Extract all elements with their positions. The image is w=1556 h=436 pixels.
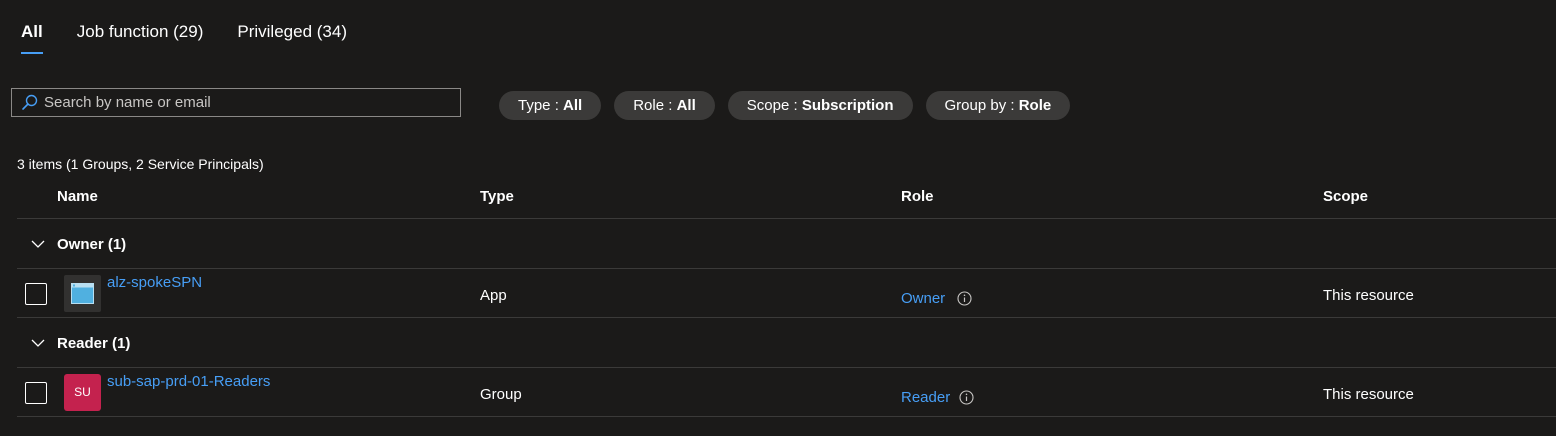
filter-role-value: All (676, 97, 696, 114)
group-avatar: SU (64, 374, 101, 411)
row-type: App (480, 287, 507, 304)
assignments-table: Name Type Role Scope Owner (1) alz-spoke… (17, 180, 1556, 417)
tab-privileged[interactable]: Privileged (34) (237, 20, 347, 54)
search-input[interactable] (44, 89, 460, 116)
filter-type-value: All (563, 97, 583, 114)
filter-type-key: Type (518, 97, 551, 114)
filter-pills: Type : All Role : All Scope : Subscripti… (499, 91, 1083, 120)
group-header-owner[interactable]: Owner (1) (17, 219, 1556, 269)
chevron-down-icon[interactable] (31, 239, 45, 249)
row-checkbox[interactable] (25, 382, 47, 404)
filter-group-by-key: Group by (944, 97, 1007, 114)
row-scope: This resource (1323, 386, 1414, 403)
row-scope: This resource (1323, 287, 1414, 304)
row-name-link[interactable]: alz-spokeSPN (107, 274, 202, 291)
table-row: SU sub-sap-prd-01-Readers Group Reader T… (17, 368, 1556, 417)
row-role-link[interactable]: Reader (901, 389, 950, 406)
application-window-icon (71, 283, 94, 304)
group-label: Owner (1) (57, 236, 127, 253)
filter-group-by-value: Role (1018, 97, 1052, 114)
tab-all[interactable]: All (21, 20, 43, 54)
group-label: Reader (1) (57, 335, 131, 352)
column-header-name[interactable]: Name (57, 188, 98, 205)
row-type: Group (480, 386, 522, 403)
app-icon (64, 275, 101, 312)
filter-scope-value: Subscription (801, 97, 894, 114)
table-row: alz-spokeSPN App Owner This resource (17, 269, 1556, 318)
tab-job-function[interactable]: Job function (29) (77, 20, 204, 54)
items-summary: 3 items (1 Groups, 2 Service Principals) (17, 156, 264, 172)
row-checkbox[interactable] (25, 283, 47, 305)
row-role-link[interactable]: Owner (901, 290, 945, 307)
group-header-reader[interactable]: Reader (1) (17, 318, 1556, 368)
info-icon[interactable] (959, 390, 974, 405)
search-box (11, 88, 461, 117)
filter-scope-key: Scope (746, 97, 790, 114)
info-icon[interactable] (957, 291, 972, 306)
filter-scope-pill[interactable]: Scope : Subscription (727, 91, 913, 120)
filter-type-pill[interactable]: Type : All (499, 91, 602, 120)
filter-group-by-pill[interactable]: Group by : Role (925, 91, 1071, 120)
search-icon (22, 94, 38, 110)
chevron-down-icon[interactable] (31, 338, 45, 348)
column-header-type[interactable]: Type (480, 188, 514, 205)
tab-bar: All Job function (29) Privileged (34) (21, 20, 381, 54)
filter-role-pill[interactable]: Role : All (614, 91, 715, 120)
column-header-scope[interactable]: Scope (1323, 188, 1368, 205)
table-header: Name Type Role Scope (17, 180, 1556, 219)
filter-role-key: Role (633, 97, 665, 114)
row-name-link[interactable]: sub-sap-prd-01-Readers (107, 373, 270, 390)
column-header-role[interactable]: Role (901, 188, 934, 205)
